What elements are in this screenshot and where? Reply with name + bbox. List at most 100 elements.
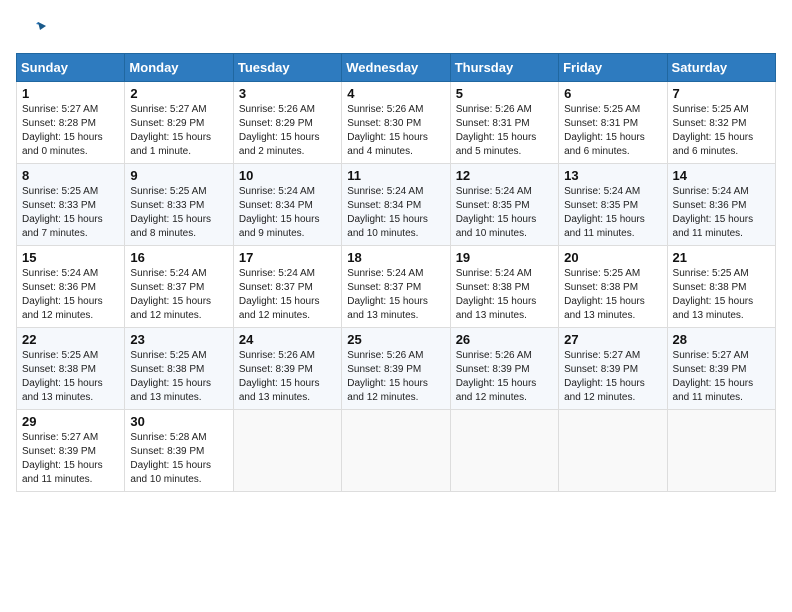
day-info: Sunrise: 5:25 AM Sunset: 8:38 PM Dayligh… <box>564 267 661 323</box>
day-info: Sunrise: 5:24 AM Sunset: 8:38 PM Dayligh… <box>456 267 553 323</box>
day-number: 19 <box>456 250 553 265</box>
day-number: 13 <box>564 168 661 183</box>
calendar-day-cell: 27 Sunrise: 5:27 AM Sunset: 8:39 PM Dayl… <box>559 328 667 410</box>
day-info: Sunrise: 5:26 AM Sunset: 8:29 PM Dayligh… <box>239 103 336 159</box>
day-info: Sunrise: 5:25 AM Sunset: 8:38 PM Dayligh… <box>130 349 227 405</box>
weekday-header-cell: Sunday <box>17 54 125 82</box>
day-number: 24 <box>239 332 336 347</box>
day-number: 26 <box>456 332 553 347</box>
calendar-day-cell: 25 Sunrise: 5:26 AM Sunset: 8:39 PM Dayl… <box>342 328 450 410</box>
day-number: 21 <box>673 250 770 265</box>
weekday-header-cell: Wednesday <box>342 54 450 82</box>
day-number: 12 <box>456 168 553 183</box>
day-info: Sunrise: 5:25 AM Sunset: 8:38 PM Dayligh… <box>673 267 770 323</box>
calendar-body: 1 Sunrise: 5:27 AM Sunset: 8:28 PM Dayli… <box>17 82 776 492</box>
day-number: 25 <box>347 332 444 347</box>
day-info: Sunrise: 5:24 AM Sunset: 8:36 PM Dayligh… <box>22 267 119 323</box>
day-number: 27 <box>564 332 661 347</box>
logo <box>16 16 48 45</box>
weekday-header-cell: Tuesday <box>233 54 341 82</box>
calendar-day-cell <box>667 410 775 492</box>
day-info: Sunrise: 5:25 AM Sunset: 8:38 PM Dayligh… <box>22 349 119 405</box>
day-number: 14 <box>673 168 770 183</box>
header <box>16 16 776 45</box>
calendar-day-cell: 9 Sunrise: 5:25 AM Sunset: 8:33 PM Dayli… <box>125 164 233 246</box>
calendar-day-cell: 29 Sunrise: 5:27 AM Sunset: 8:39 PM Dayl… <box>17 410 125 492</box>
day-info: Sunrise: 5:24 AM Sunset: 8:36 PM Dayligh… <box>673 185 770 241</box>
day-number: 16 <box>130 250 227 265</box>
calendar-day-cell: 10 Sunrise: 5:24 AM Sunset: 8:34 PM Dayl… <box>233 164 341 246</box>
calendar-day-cell: 13 Sunrise: 5:24 AM Sunset: 8:35 PM Dayl… <box>559 164 667 246</box>
day-number: 10 <box>239 168 336 183</box>
day-info: Sunrise: 5:28 AM Sunset: 8:39 PM Dayligh… <box>130 431 227 487</box>
calendar-day-cell: 3 Sunrise: 5:26 AM Sunset: 8:29 PM Dayli… <box>233 82 341 164</box>
day-number: 6 <box>564 86 661 101</box>
calendar-day-cell: 4 Sunrise: 5:26 AM Sunset: 8:30 PM Dayli… <box>342 82 450 164</box>
weekday-header-row: SundayMondayTuesdayWednesdayThursdayFrid… <box>17 54 776 82</box>
calendar-day-cell: 12 Sunrise: 5:24 AM Sunset: 8:35 PM Dayl… <box>450 164 558 246</box>
logo-bird-icon <box>18 16 48 40</box>
day-info: Sunrise: 5:27 AM Sunset: 8:39 PM Dayligh… <box>673 349 770 405</box>
weekday-header-cell: Monday <box>125 54 233 82</box>
calendar-day-cell: 20 Sunrise: 5:25 AM Sunset: 8:38 PM Dayl… <box>559 246 667 328</box>
calendar-day-cell: 17 Sunrise: 5:24 AM Sunset: 8:37 PM Dayl… <box>233 246 341 328</box>
day-info: Sunrise: 5:27 AM Sunset: 8:29 PM Dayligh… <box>130 103 227 159</box>
calendar-week-row: 22 Sunrise: 5:25 AM Sunset: 8:38 PM Dayl… <box>17 328 776 410</box>
day-number: 3 <box>239 86 336 101</box>
day-number: 22 <box>22 332 119 347</box>
calendar-day-cell <box>559 410 667 492</box>
calendar-day-cell: 21 Sunrise: 5:25 AM Sunset: 8:38 PM Dayl… <box>667 246 775 328</box>
day-info: Sunrise: 5:24 AM Sunset: 8:34 PM Dayligh… <box>347 185 444 241</box>
day-number: 2 <box>130 86 227 101</box>
calendar-day-cell: 16 Sunrise: 5:24 AM Sunset: 8:37 PM Dayl… <box>125 246 233 328</box>
day-info: Sunrise: 5:26 AM Sunset: 8:39 PM Dayligh… <box>456 349 553 405</box>
calendar-day-cell: 15 Sunrise: 5:24 AM Sunset: 8:36 PM Dayl… <box>17 246 125 328</box>
day-number: 30 <box>130 414 227 429</box>
calendar-day-cell: 11 Sunrise: 5:24 AM Sunset: 8:34 PM Dayl… <box>342 164 450 246</box>
calendar-day-cell: 30 Sunrise: 5:28 AM Sunset: 8:39 PM Dayl… <box>125 410 233 492</box>
calendar-day-cell: 8 Sunrise: 5:25 AM Sunset: 8:33 PM Dayli… <box>17 164 125 246</box>
weekday-header-cell: Saturday <box>667 54 775 82</box>
day-info: Sunrise: 5:26 AM Sunset: 8:31 PM Dayligh… <box>456 103 553 159</box>
day-info: Sunrise: 5:25 AM Sunset: 8:33 PM Dayligh… <box>130 185 227 241</box>
calendar-day-cell: 18 Sunrise: 5:24 AM Sunset: 8:37 PM Dayl… <box>342 246 450 328</box>
calendar-day-cell: 6 Sunrise: 5:25 AM Sunset: 8:31 PM Dayli… <box>559 82 667 164</box>
calendar-day-cell: 5 Sunrise: 5:26 AM Sunset: 8:31 PM Dayli… <box>450 82 558 164</box>
calendar-day-cell: 23 Sunrise: 5:25 AM Sunset: 8:38 PM Dayl… <box>125 328 233 410</box>
day-info: Sunrise: 5:27 AM Sunset: 8:39 PM Dayligh… <box>22 431 119 487</box>
day-number: 15 <box>22 250 119 265</box>
day-number: 20 <box>564 250 661 265</box>
day-info: Sunrise: 5:25 AM Sunset: 8:33 PM Dayligh… <box>22 185 119 241</box>
day-number: 17 <box>239 250 336 265</box>
calendar-day-cell: 7 Sunrise: 5:25 AM Sunset: 8:32 PM Dayli… <box>667 82 775 164</box>
calendar-day-cell: 14 Sunrise: 5:24 AM Sunset: 8:36 PM Dayl… <box>667 164 775 246</box>
day-info: Sunrise: 5:26 AM Sunset: 8:39 PM Dayligh… <box>239 349 336 405</box>
calendar-week-row: 1 Sunrise: 5:27 AM Sunset: 8:28 PM Dayli… <box>17 82 776 164</box>
calendar-table: SundayMondayTuesdayWednesdayThursdayFrid… <box>16 53 776 492</box>
day-info: Sunrise: 5:24 AM Sunset: 8:35 PM Dayligh… <box>564 185 661 241</box>
day-info: Sunrise: 5:24 AM Sunset: 8:37 PM Dayligh… <box>347 267 444 323</box>
day-number: 1 <box>22 86 119 101</box>
day-number: 9 <box>130 168 227 183</box>
day-info: Sunrise: 5:24 AM Sunset: 8:37 PM Dayligh… <box>130 267 227 323</box>
calendar-week-row: 29 Sunrise: 5:27 AM Sunset: 8:39 PM Dayl… <box>17 410 776 492</box>
day-number: 29 <box>22 414 119 429</box>
calendar-day-cell: 2 Sunrise: 5:27 AM Sunset: 8:29 PM Dayli… <box>125 82 233 164</box>
day-info: Sunrise: 5:24 AM Sunset: 8:35 PM Dayligh… <box>456 185 553 241</box>
day-info: Sunrise: 5:24 AM Sunset: 8:37 PM Dayligh… <box>239 267 336 323</box>
day-info: Sunrise: 5:25 AM Sunset: 8:31 PM Dayligh… <box>564 103 661 159</box>
day-info: Sunrise: 5:25 AM Sunset: 8:32 PM Dayligh… <box>673 103 770 159</box>
day-number: 28 <box>673 332 770 347</box>
day-number: 5 <box>456 86 553 101</box>
day-info: Sunrise: 5:24 AM Sunset: 8:34 PM Dayligh… <box>239 185 336 241</box>
day-number: 18 <box>347 250 444 265</box>
calendar-day-cell: 28 Sunrise: 5:27 AM Sunset: 8:39 PM Dayl… <box>667 328 775 410</box>
calendar-day-cell: 1 Sunrise: 5:27 AM Sunset: 8:28 PM Dayli… <box>17 82 125 164</box>
day-number: 23 <box>130 332 227 347</box>
day-info: Sunrise: 5:27 AM Sunset: 8:39 PM Dayligh… <box>564 349 661 405</box>
weekday-header-cell: Friday <box>559 54 667 82</box>
day-info: Sunrise: 5:26 AM Sunset: 8:30 PM Dayligh… <box>347 103 444 159</box>
calendar-week-row: 8 Sunrise: 5:25 AM Sunset: 8:33 PM Dayli… <box>17 164 776 246</box>
day-info: Sunrise: 5:27 AM Sunset: 8:28 PM Dayligh… <box>22 103 119 159</box>
calendar-day-cell <box>342 410 450 492</box>
